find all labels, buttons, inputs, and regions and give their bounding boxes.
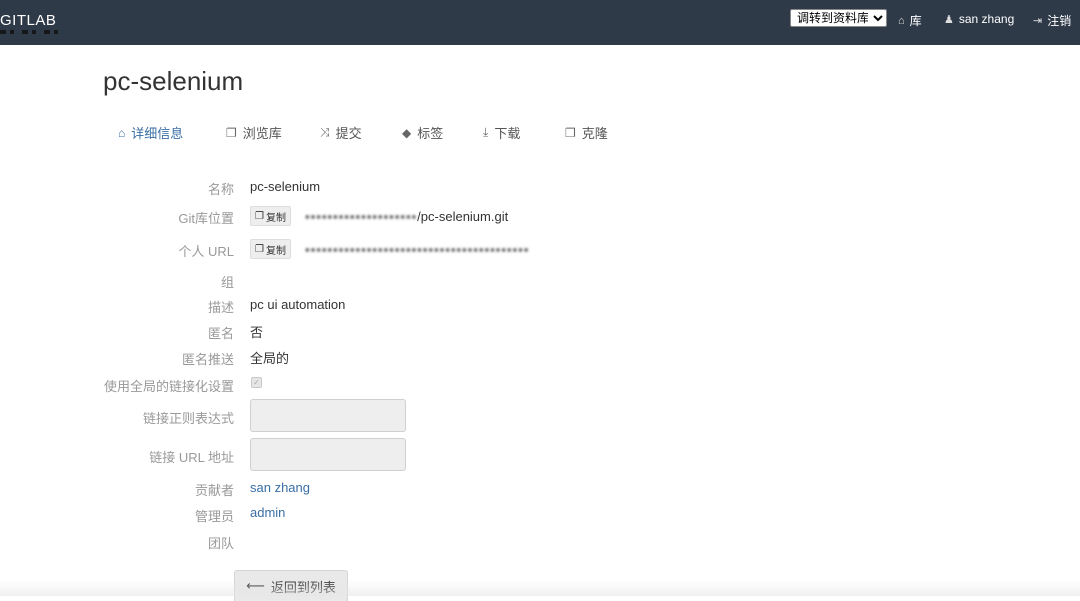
anonymous-push-label: 匿名推送 — [181, 352, 234, 367]
copy-icon: ❐ — [226, 125, 237, 140]
name-value: pc-selenium — [250, 179, 321, 194]
description-value: pc ui automation — [250, 297, 346, 312]
obscured-host: ▪▪▪▪▪▪▪▪▪▪▪▪▪▪▪▪▪▪▪▪ — [305, 209, 418, 224]
back-to-list-label: 返回到列表 — [270, 579, 336, 595]
git-url-value[interactable]: ▪▪▪▪▪▪▪▪▪▪▪▪▪▪▪▪▪▪▪▪/pc-selenium.git — [305, 209, 508, 224]
obscured-personal-url: ▪▪▪▪▪▪▪▪▪▪▪▪▪▪▪▪▪▪▪▪▪▪▪▪▪▪▪▪▪▪▪▪▪▪▪▪▪▪▪▪ — [305, 242, 530, 257]
tab-clone-label: 克隆 — [581, 126, 608, 141]
use-global-link-checkbox[interactable]: ✓ — [251, 377, 262, 388]
copy-icon: ❐ — [565, 125, 576, 140]
inbox-icon: ⌂ — [118, 125, 126, 140]
nav-user-link[interactable]: ♟ san zhang — [944, 12, 1014, 26]
back-to-list-button[interactable]: ⟵ 返回到列表 — [234, 570, 348, 601]
personal-url-value[interactable]: ▪▪▪▪▪▪▪▪▪▪▪▪▪▪▪▪▪▪▪▪▪▪▪▪▪▪▪▪▪▪▪▪▪▪▪▪▪▪▪▪ — [305, 242, 529, 257]
use-global-link-label: 使用全局的链接化设置 — [103, 379, 234, 394]
contributor-link[interactable]: san zhang — [250, 480, 310, 495]
description-label: 描述 — [207, 300, 234, 315]
tab-commits[interactable]: ⤨ 提交 — [320, 123, 362, 142]
user-icon: ♟ — [944, 13, 954, 26]
download-icon: ⤓ — [483, 125, 489, 139]
nav-repositories-link[interactable]: ⌂ 库 — [898, 12, 922, 29]
tab-browse-label: 浏览库 — [242, 126, 282, 141]
git-url-path: /pc-selenium.git — [417, 209, 509, 224]
link-regex-label: 链接正则表达式 — [142, 411, 234, 426]
copy-icon: ❐ — [255, 243, 264, 255]
copy-personal-url-label: 复制 — [265, 245, 286, 257]
copy-git-url-button[interactable]: ❐ 复制 — [250, 206, 291, 226]
tab-commits-label: 提交 — [335, 126, 362, 141]
tab-tags-label: 标签 — [417, 126, 444, 141]
bottom-fade — [0, 580, 1080, 596]
copy-git-url-label: 复制 — [265, 212, 286, 224]
link-url-input[interactable] — [250, 438, 406, 471]
tab-clone[interactable]: ❐ 克隆 — [565, 123, 608, 142]
personal-url-label: 个人 URL — [178, 244, 234, 259]
name-label: 名称 — [207, 182, 234, 197]
contributors-label: 贡献者 — [194, 483, 234, 498]
inbox-icon: ⌂ — [898, 14, 905, 27]
jump-to-repository-select[interactable]: 调转到资料库 — [790, 9, 887, 27]
nav-logout-link[interactable]: ⇥ 注销 — [1033, 12, 1071, 29]
arrow-left-icon: ⟵ — [246, 578, 265, 593]
shuffle-icon: ⤨ — [320, 125, 330, 139]
tag-icon: ◆ — [402, 125, 412, 140]
tab-download-label: 下载 — [494, 126, 521, 141]
git-url-label: Git库位置 — [178, 211, 234, 226]
tab-download[interactable]: ⤓ 下载 — [483, 123, 520, 142]
logout-icon: ⇥ — [1033, 15, 1043, 27]
nav-logout-label: 注销 — [1047, 14, 1072, 28]
link-url-label: 链接 URL 地址 — [149, 450, 234, 465]
anonymous-label: 匿名 — [207, 326, 234, 341]
link-regex-input[interactable] — [250, 399, 406, 432]
admins-label: 管理员 — [194, 509, 234, 524]
anonymous-push-value: 全局的 — [250, 351, 290, 366]
group-label: 组 — [220, 275, 234, 290]
nav-user-label: san zhang — [958, 12, 1015, 26]
copy-personal-url-button[interactable]: ❐ 复制 — [250, 239, 291, 259]
tab-details-label: 详细信息 — [131, 126, 184, 141]
nav-repositories-label: 库 — [909, 14, 922, 28]
brand-decoration — [0, 30, 64, 34]
team-label: 团队 — [207, 536, 234, 551]
top-navbar: GITLAB 调转到资料库 ⌂ 库 ♟ san zhang ⇥ 注销 — [0, 0, 1080, 45]
page-title: pc-selenium — [103, 66, 244, 96]
brand-logo[interactable]: GITLAB — [0, 12, 56, 29]
copy-icon: ❐ — [255, 210, 264, 222]
tab-tags[interactable]: ◆ 标签 — [402, 123, 443, 142]
tab-browse[interactable]: ❐ 浏览库 — [226, 123, 282, 142]
anonymous-value: 否 — [250, 325, 264, 340]
tab-details[interactable]: ⌂ 详细信息 — [118, 123, 183, 142]
admin-link[interactable]: admin — [250, 505, 285, 520]
